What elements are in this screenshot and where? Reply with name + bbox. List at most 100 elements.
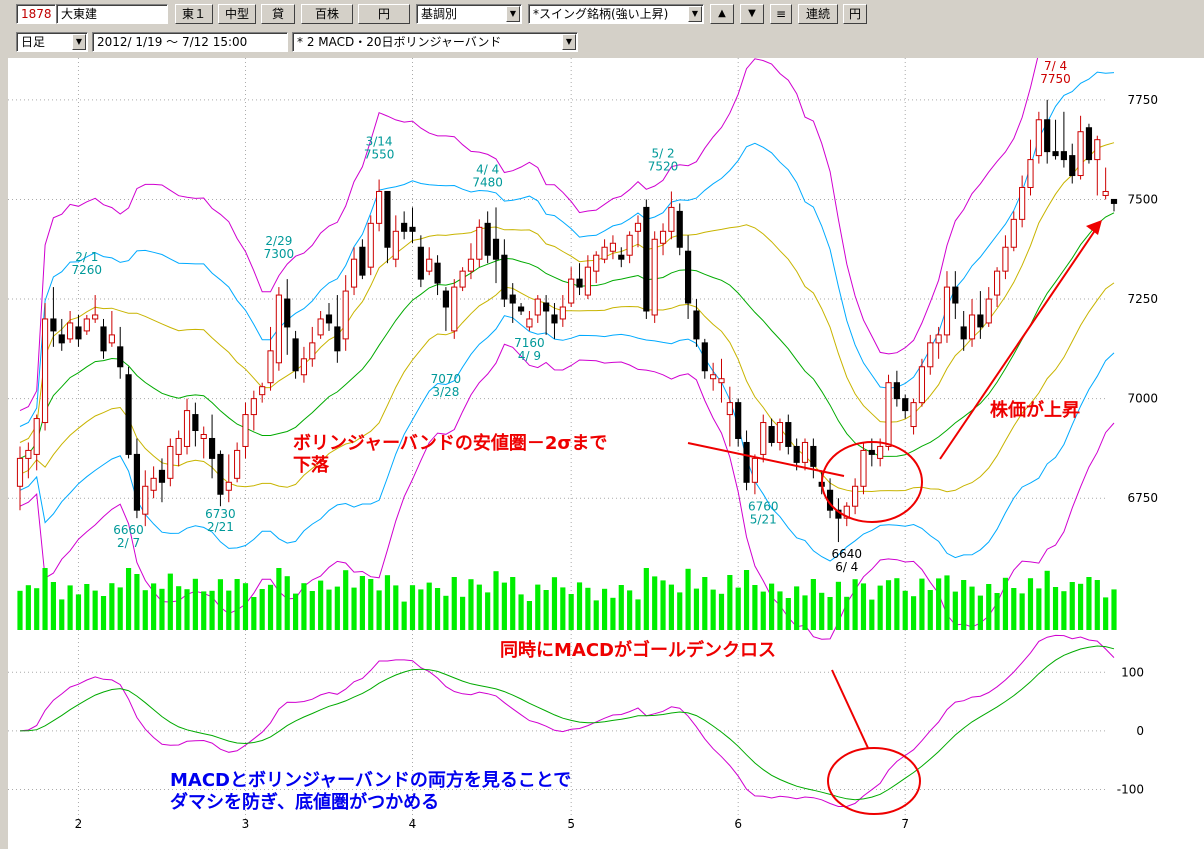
candle-body	[551, 314, 558, 324]
volume-bar	[159, 588, 165, 630]
candle-body	[25, 449, 32, 459]
month-tick-label: 2	[75, 817, 83, 831]
candle-body	[242, 414, 249, 447]
volume-bar	[1036, 588, 1042, 630]
volume-bar	[251, 597, 257, 630]
price-extreme-label: 7/ 4	[1044, 59, 1067, 73]
volume-bar	[677, 592, 683, 630]
volume-bar	[977, 595, 983, 630]
candle-body	[768, 426, 775, 443]
candle-body	[810, 445, 817, 467]
currency-button[interactable]: 円	[358, 4, 410, 24]
volume-bar	[142, 590, 148, 630]
bollinger-annotation-text: ボリンジャーバンドの安値圏－2σまで	[293, 432, 607, 454]
candle-body	[952, 286, 959, 304]
period-value: 日足	[21, 35, 46, 49]
candle-body	[526, 318, 533, 328]
volume-bar	[952, 591, 958, 630]
volume-bar	[1019, 593, 1025, 630]
candle-body	[676, 210, 683, 248]
price-extreme-label: 3/28	[432, 385, 459, 399]
mode-select[interactable]: 基調別 ▼	[416, 4, 522, 24]
volume-bar	[1061, 591, 1067, 630]
candle-body	[359, 246, 366, 276]
candle-body	[1069, 155, 1076, 177]
volume-bar	[192, 578, 198, 630]
stock-name-field[interactable]: 大東建	[56, 4, 168, 24]
date-range-field[interactable]: 2012/ 1/19 ～ 7/12 15:00	[92, 32, 288, 52]
candle-body	[626, 234, 633, 256]
unit-button[interactable]: 百株	[301, 4, 353, 24]
down-triangle-icon: ▼	[748, 8, 756, 19]
volume-bar	[125, 568, 132, 630]
menu-button[interactable]: ≡	[770, 4, 792, 24]
price-extreme-label: 7750	[1040, 72, 1071, 86]
candle-body	[968, 314, 976, 340]
candle-body	[476, 226, 483, 260]
candle-body	[910, 402, 917, 428]
volume-bar	[969, 586, 975, 630]
candle-body	[718, 378, 725, 384]
volume-bar	[284, 576, 290, 630]
candle-body	[75, 326, 82, 340]
size-button[interactable]: 中型	[218, 4, 256, 24]
volume-bar	[693, 588, 700, 630]
candle-body	[367, 222, 374, 268]
volume-bar	[184, 589, 190, 630]
price-tick-label: 7500	[1127, 192, 1158, 206]
volume-bar	[702, 577, 708, 630]
volume-bar	[568, 594, 574, 630]
volume-bar	[426, 582, 432, 630]
volume-bar	[618, 585, 624, 630]
market-button[interactable]: 東１	[175, 4, 213, 24]
candle-body	[451, 286, 458, 332]
volume-bar	[451, 577, 457, 630]
candle-body	[192, 414, 199, 432]
candle-body	[643, 206, 650, 312]
candle-body	[559, 306, 566, 320]
volume-bar	[961, 580, 967, 630]
candle-body	[918, 366, 926, 404]
price-extreme-label: 4/ 9	[518, 349, 541, 363]
candle-body	[217, 453, 224, 495]
volume-bar	[343, 570, 349, 630]
candle-body	[668, 206, 675, 232]
volume-bar	[1027, 578, 1034, 630]
continuous-button[interactable]: 連続	[798, 4, 838, 24]
volume-bar	[134, 574, 140, 630]
candle-body	[267, 350, 274, 384]
screen-select[interactable]: *スイング銘柄(強い上昇) ▼	[528, 4, 704, 24]
volume-bar	[601, 588, 608, 630]
volume-bar	[902, 590, 908, 630]
candle-body	[342, 290, 349, 340]
volume-bar	[1078, 583, 1084, 630]
yen-button[interactable]: 円	[843, 4, 867, 24]
indicator-select[interactable]: * 2 MACD・20日ボリンジャーバンド ▼	[292, 32, 578, 52]
period-select[interactable]: 日足 ▼	[16, 32, 88, 52]
volume-bar	[543, 590, 549, 630]
macd-tick-label: 100	[1121, 665, 1144, 679]
candle-body	[1052, 151, 1059, 157]
volume-bar	[986, 584, 992, 630]
volume-bar	[885, 580, 892, 630]
candle-body	[576, 278, 583, 288]
volume-bar	[752, 585, 758, 630]
lending-button[interactable]: 貸	[261, 4, 295, 24]
candle-body	[83, 318, 90, 332]
candle-body	[935, 334, 942, 344]
month-tick-label: 6	[734, 817, 742, 831]
stock-code-field[interactable]: 1878	[16, 4, 56, 24]
volume-bar	[510, 577, 516, 630]
price-extreme-label: 7300	[264, 247, 295, 261]
down-arrow-button[interactable]: ▼	[740, 4, 764, 24]
up-arrow-button[interactable]: ▲	[710, 4, 734, 24]
month-tick-label: 3	[242, 817, 250, 831]
candle-body	[259, 386, 266, 396]
price-extreme-label: 6760	[748, 499, 779, 513]
volume-bar	[67, 585, 73, 630]
volume-bar	[1044, 570, 1050, 630]
volume-bar	[485, 592, 491, 630]
stock-chart: 2 3 4 5 6 7775075007250700067502/ 1726066602/…	[8, 58, 1204, 849]
candle-body	[41, 318, 49, 424]
volume-bar	[359, 576, 365, 630]
